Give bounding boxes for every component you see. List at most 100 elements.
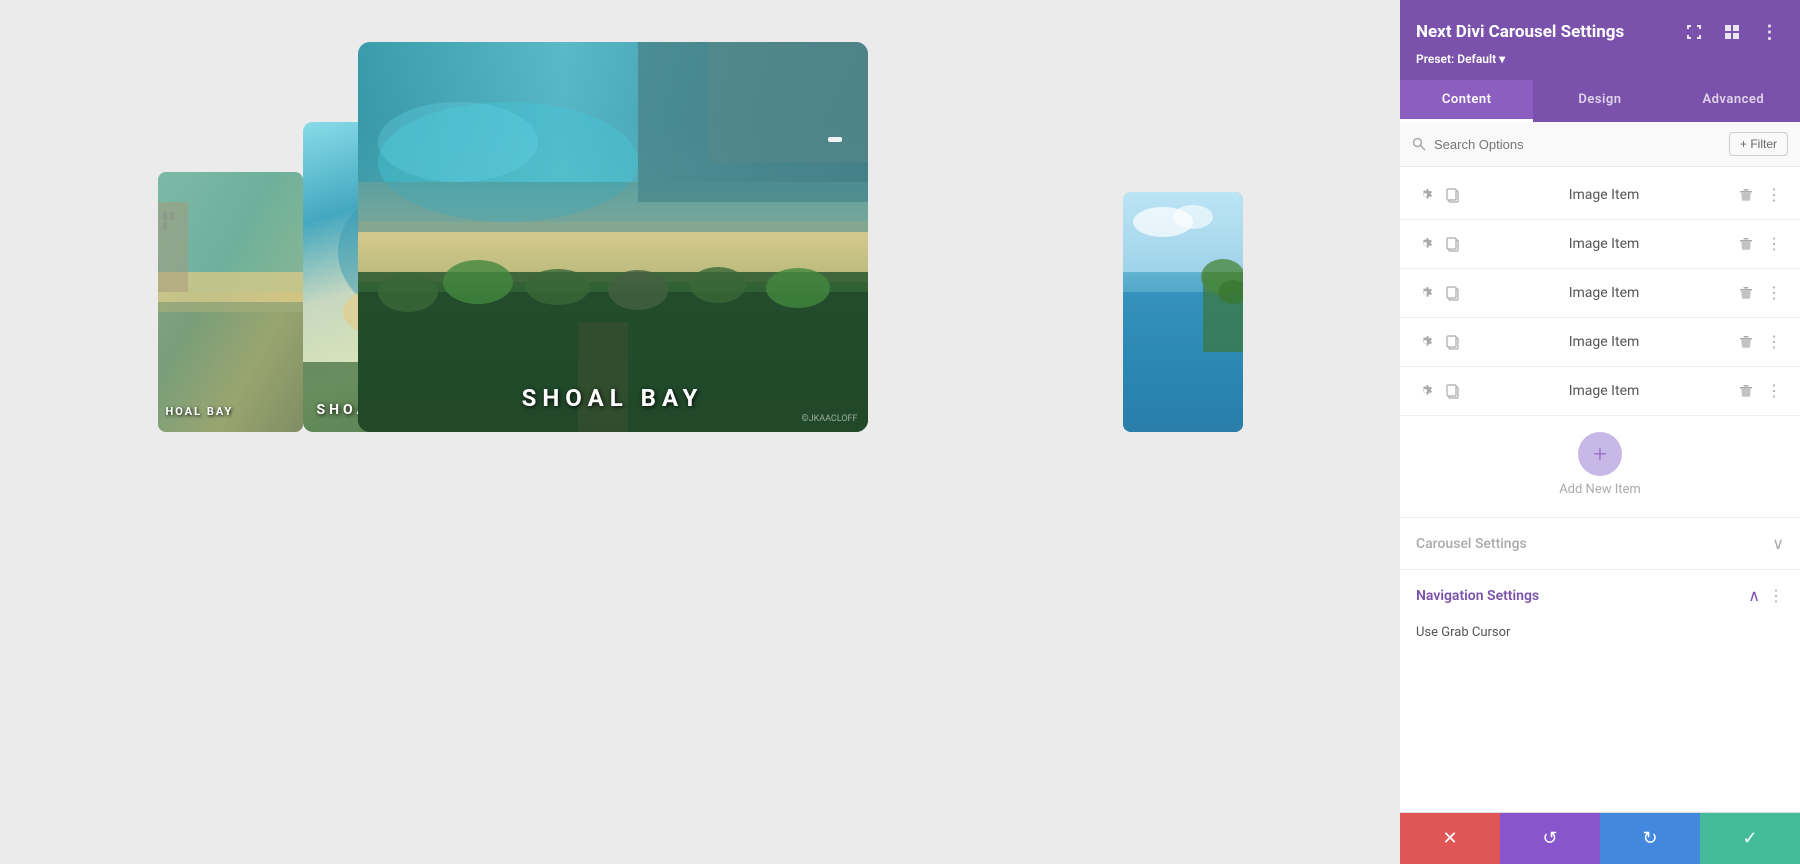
copy-icon [1445,383,1461,399]
item-delete-button[interactable] [1734,379,1758,403]
item-copy-icon[interactable] [1442,233,1464,255]
search-bar: + Filter [1400,122,1800,167]
carousel-image-center: SHOAL BAY ©JKAACLOFF [358,42,868,432]
item-icons-right: ⋮ [1734,232,1786,256]
item-icons-left [1414,282,1464,304]
chevron-up-icon[interactable]: ∧ [1748,586,1760,605]
item-label: Image Item [1474,187,1734,203]
item-delete-button[interactable] [1734,183,1758,207]
redo-icon: ↻ [1642,828,1657,849]
dots-icon: ⋮ [1766,383,1782,399]
item-icons-left [1414,331,1464,353]
panel-title: Next Divi Carousel Settings [1416,22,1624,42]
item-label: Image Item [1474,383,1734,399]
item-settings-icon[interactable] [1414,233,1436,255]
item-settings-icon[interactable] [1414,184,1436,206]
copy-icon [1445,285,1461,301]
save-button[interactable]: ✓ [1700,813,1800,864]
trash-icon [1739,286,1753,300]
preset-label: Preset: Default ▾ [1416,52,1784,66]
item-icons-left [1414,233,1464,255]
navigation-settings-row[interactable]: Navigation Settings ∧ ⋮ [1400,570,1800,621]
item-icons-right: ⋮ [1734,379,1786,403]
undo-button[interactable]: ↺ [1500,813,1600,864]
redo-button[interactable]: ↻ [1600,813,1700,864]
item-delete-button[interactable] [1734,330,1758,354]
item-copy-icon[interactable] [1442,380,1464,402]
item-settings-icon[interactable] [1414,331,1436,353]
list-item[interactable]: Image Item ⋮ [1400,367,1800,416]
item-label: Image Item [1474,285,1734,301]
use-grab-cursor-section: Use Grab Cursor [1400,621,1800,656]
gear-icon [1417,383,1433,399]
chevron-down-icon[interactable]: ∨ [1772,534,1784,553]
cancel-button[interactable]: ✕ [1400,813,1500,864]
tab-advanced[interactable]: Advanced [1667,80,1800,122]
navigation-settings-title: Navigation Settings [1416,588,1539,604]
tab-design[interactable]: Design [1533,80,1666,122]
copy-icon [1445,236,1461,252]
gear-icon [1417,236,1433,252]
bottom-action-bar: ✕ ↺ ↻ ✓ [1400,812,1800,864]
item-more-button[interactable]: ⋮ [1762,330,1786,354]
item-copy-icon[interactable] [1442,331,1464,353]
plus-icon: + [1593,442,1607,466]
dots-icon: ⋮ [1766,187,1782,203]
search-input[interactable] [1434,137,1721,152]
list-item[interactable]: Image Item ⋮ [1400,220,1800,269]
item-icons-right: ⋮ [1734,330,1786,354]
carousel-label-center: SHOAL BAY [358,384,868,412]
carousel-settings-row[interactable]: Carousel Settings ∨ [1400,518,1800,570]
panel-header: Next Divi Carousel Settings ⋮ Preset [1400,0,1800,80]
tab-content[interactable]: Content [1400,80,1533,122]
item-more-button[interactable]: ⋮ [1762,183,1786,207]
copy-icon [1445,334,1461,350]
use-grab-cursor-label: Use Grab Cursor [1416,625,1510,640]
item-settings-icon[interactable] [1414,282,1436,304]
item-icons-right: ⋮ [1734,183,1786,207]
item-delete-button[interactable] [1734,281,1758,305]
canvas-area: HOAL BAY [0,0,1400,864]
gear-icon [1417,285,1433,301]
more-options-icon: ⋮ [1761,22,1780,43]
add-new-label: Add New Item [1559,482,1641,497]
list-item[interactable]: Image Item ⋮ [1400,171,1800,220]
screen-icon [1686,24,1702,40]
item-label: Image Item [1474,334,1734,350]
filter-button[interactable]: + Filter [1729,132,1788,156]
items-list: Image Item ⋮ [1400,167,1800,812]
grid-icon-button[interactable] [1718,18,1746,46]
trash-icon [1739,188,1753,202]
trash-icon [1739,335,1753,349]
settings-panel: Next Divi Carousel Settings ⋮ Preset [1400,0,1800,864]
grid-icon [1724,24,1740,40]
item-more-button[interactable]: ⋮ [1762,281,1786,305]
dots-icon: ⋮ [1766,236,1782,252]
carousel-image-right [1123,192,1243,432]
item-copy-icon[interactable] [1442,282,1464,304]
filter-label: + Filter [1740,137,1777,151]
dots-icon: ⋮ [1766,334,1782,350]
copy-icon [1445,187,1461,203]
watermark: ©JKAACLOFF [802,414,858,424]
item-settings-icon[interactable] [1414,380,1436,402]
list-item[interactable]: Image Item ⋮ [1400,269,1800,318]
item-more-button[interactable]: ⋮ [1762,379,1786,403]
item-icons-left [1414,380,1464,402]
item-delete-button[interactable] [1734,232,1758,256]
gear-icon [1417,334,1433,350]
nav-more-icon[interactable]: ⋮ [1768,586,1784,605]
item-icons-left [1414,184,1464,206]
cancel-icon: ✕ [1442,828,1457,849]
list-item[interactable]: Image Item ⋮ [1400,318,1800,367]
carousel-settings-title: Carousel Settings [1416,536,1527,552]
add-new-button[interactable]: + [1578,432,1622,476]
more-options-button[interactable]: ⋮ [1756,18,1784,46]
screen-icon-button[interactable] [1680,18,1708,46]
item-more-button[interactable]: ⋮ [1762,232,1786,256]
carousel-image-far-left: HOAL BAY [158,172,303,432]
item-copy-icon[interactable] [1442,184,1464,206]
add-new-item-section[interactable]: + Add New Item [1400,416,1800,518]
nav-section-icons: ∧ ⋮ [1748,586,1784,605]
panel-header-icons: ⋮ [1680,18,1784,46]
